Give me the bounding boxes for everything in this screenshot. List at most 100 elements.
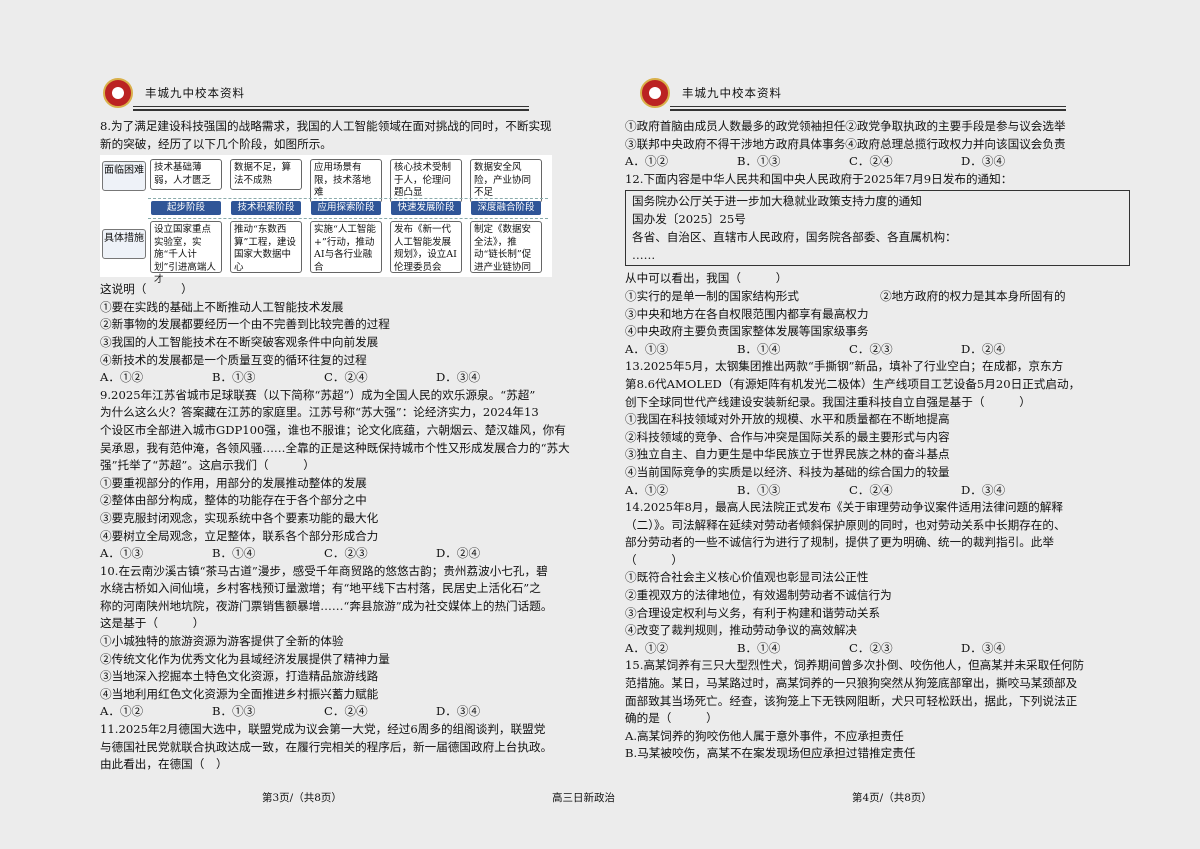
q8-options: A．①② B．①③ C．②④ D．③④: [100, 369, 590, 387]
q15-stem: 15.高某饲养有三只大型烈性犬，饲养期间曾多次扑倒、咬伤他人，但高某并未采取任何…: [625, 658, 1085, 673]
q14-item: ④改变了裁判规则，推动劳动争议的高效解决: [625, 623, 857, 638]
q11-stem: 由此看出，在德国（ ）: [100, 757, 228, 772]
q14-item: ①既符合社会主义核心价值观也彰显司法公正性: [625, 570, 869, 585]
q13-item: ②科技领域的竞争、合作与冲突是国际关系的最主要形式与内容: [625, 429, 950, 444]
header-rule: [670, 109, 1066, 111]
option-d[interactable]: D．③④: [961, 640, 1073, 658]
right-column: ①政府首脑由成员人数最多的政党领袖担任②政党争取执政的主要手段是参与议会选举 ③…: [625, 118, 1135, 763]
q8-stem: 8.为了满足建设科技强国的战略需求，我国的人工智能领域在面对挑战的同时，不断实现: [100, 119, 552, 133]
school-title: 丰城九中校本资料: [682, 86, 782, 100]
measure-cell: 发布《新一代人工智能发展规划》，设立AI伦理委员会: [390, 221, 462, 274]
q11-item: ③联邦中央政府不得干涉地方政府具体事务④政府总理总揽行政权力并向该国议会负责: [625, 136, 1066, 151]
right-page-number: 第4页/（共8页）: [852, 792, 932, 804]
notice-line: 国办发〔2025〕25号: [632, 212, 746, 227]
q10-stem: 这是基于（ ）: [100, 616, 205, 631]
option-c[interactable]: C．②③: [849, 341, 961, 359]
q10-item: ④当地利用红色文化资源为全面推进乡村振兴蓄力赋能: [100, 686, 379, 701]
option-a[interactable]: A．①③: [625, 341, 737, 359]
school-title: 丰城九中校本资料: [145, 86, 245, 100]
q10-item: ③当地深入挖掘本土特色文化资源，打造精品旅游线路: [100, 669, 379, 684]
q14-stem: （二）》。司法解释在延续对劳动者倾斜保护原则的同时，也对劳动关系中长期存在的、: [625, 517, 1066, 532]
difficulty-row-label: 面临困难: [102, 161, 146, 192]
q9-item: ④要树立全局观念，立足整体，联系各个部分形成合力: [100, 528, 379, 543]
measure-cell: 设立国家重点实验室，实施“千人计划”引进高端人才: [150, 221, 222, 285]
q10-stem: 水绕古桥如入间仙境，乡村客栈预订量激增；有“地平线下古村落，民居史上活化石”之: [100, 581, 541, 596]
q10-stem: 称的河南陕州地坑院，夜游门票销售额暴增……“奔县旅游”成为社交媒体上的热门话题。: [100, 598, 553, 613]
q8-item: ④新技术的发展都是一个质量互变的循环往复的过程: [100, 352, 367, 367]
q12-item: ③中央和地方在各自权限范围内都享有最高权力: [625, 306, 869, 321]
q10-item: ①小城独特的旅游资源为游客提供了全新的体验: [100, 634, 344, 649]
option-a[interactable]: A．①③: [100, 545, 212, 563]
option-b[interactable]: B．①③: [212, 703, 324, 721]
q11-stem: 11.2025年2月德国大选中，联盟党成为议会第一大党，经过6周多的组阁谈判，联…: [100, 722, 546, 737]
q15-choice[interactable]: A.高某饲养的狗咬伤他人属于意外事件，不应承担责任: [625, 728, 1135, 746]
option-c[interactable]: C．②③: [849, 640, 961, 658]
notice-line: ……: [632, 248, 656, 263]
difficulty-cell: 数据安全风险，产业协同不足: [470, 159, 542, 203]
q14-stem: （ ）: [625, 552, 683, 567]
q13-item: ④当前国际竞争的实质是以经济、科技为基础的综合国力的较量: [625, 464, 950, 479]
notice-box: 国务院办公厅关于进一步加大稳就业政策支持力度的通知 国办发〔2025〕25号 各…: [625, 190, 1130, 267]
q10-options: A．①② B．①③ C．②④ D．③④: [100, 703, 590, 721]
option-c[interactable]: C．②③: [324, 545, 436, 563]
option-d[interactable]: D．③④: [961, 153, 1073, 171]
option-a[interactable]: A．①②: [625, 153, 737, 171]
q13-stem: 创下全球同世代产线建设安装新纪录。我国注重科技自立自强是基于（ ）: [625, 394, 1031, 409]
measure-cell: 实施“人工智能+”行动，推动AI与各行业融合: [310, 221, 382, 274]
q12-stem: 12.下面内容是中华人民共和国中央人民政府于2025年7月9日发布的通知：: [625, 171, 1013, 186]
option-a[interactable]: A．①②: [625, 482, 737, 500]
q15-choice[interactable]: B.马某被咬伤，高某不在案发现场但应承担过错推定责任: [625, 745, 1135, 763]
option-c[interactable]: C．②④: [324, 703, 436, 721]
option-b[interactable]: B．①④: [212, 545, 324, 563]
q14-stem: 部分劳动者的一些不诚信行为进行了规制，提供了更为明确、统一的裁判指引。此举: [625, 535, 1054, 550]
q8-lead: 这说明（ ）: [100, 282, 193, 297]
q12-options: A．①③ B．①④ C．②③ D．②④: [625, 341, 1135, 359]
q9-stem: 吴承恩，我有范仲淹，各领风骚……全靠的正是这种既保持城市个性又形成发展合力的“苏…: [100, 440, 570, 455]
difficulty-cell: 数据不足，算法不成熟: [230, 159, 302, 191]
q9-item: ①要重视部分的作用，用部分的发展推动整体的发展: [100, 475, 367, 490]
option-d[interactable]: D．③④: [961, 482, 1073, 500]
right-header: 丰城九中校本资料: [640, 78, 1070, 114]
q9-stem: 9.2025年江苏省城市足球联赛（以下简称“苏超”）成为全国人民的欢乐源泉。“苏…: [100, 387, 536, 402]
option-d[interactable]: D．③④: [436, 703, 548, 721]
q13-stem: 13.2025年5月，太钢集团推出两款“手撕钢”新品，填补了行业空白；在成都，京…: [625, 359, 1064, 374]
option-a[interactable]: A．①②: [100, 369, 212, 387]
option-c[interactable]: C．②④: [849, 482, 961, 500]
difficulty-cell: 技术基础薄弱，人才匮乏: [150, 159, 222, 191]
option-d[interactable]: D．②④: [961, 341, 1073, 359]
q8-item: ①要在实践的基础上不断推动人工智能技术发展: [100, 299, 344, 314]
q13-options: A．①② B．①③ C．②④ D．③④: [625, 482, 1135, 500]
option-d[interactable]: D．③④: [436, 369, 548, 387]
measure-cell: 制定《数据安全法》，推动“链长制”促进产业链协同: [470, 221, 542, 274]
q11-options: A．①② B．①③ C．②④ D．③④: [625, 153, 1135, 171]
option-a[interactable]: A．①②: [100, 703, 212, 721]
school-logo-icon: [103, 78, 133, 108]
q9-stem: 为什么这么火？答案藏在江苏的家庭里。江苏号称“苏大强”：论经济实力，2024年1…: [100, 405, 539, 420]
q14-options: A．①② B．①④ C．②③ D．③④: [625, 640, 1135, 658]
q8-stem: 新的突破，经历了以下几个阶段，如图所示。: [100, 136, 332, 151]
q11-item: ①政府首脑由成员人数最多的政党领袖担任②政党争取执政的主要手段是参与议会选举: [625, 119, 1066, 133]
q9-item: ③要克服封闭观念，实现系统中各个要素功能的最大化: [100, 510, 379, 525]
q10-stem: 10.在云南沙溪古镇“茶马古道”漫步，感受千年商贸路的悠悠古韵；贵州荔波小七孔，…: [100, 563, 548, 578]
q15-stem: 确的是（ ）: [625, 711, 718, 726]
option-b[interactable]: B．①④: [737, 640, 849, 658]
q14-stem: 14.2025年8月，最高人民法院正式发布《关于审理劳动争议案件适用法律问题的解…: [625, 500, 1063, 515]
difficulty-cell: 应用场景有限，技术落地难: [310, 159, 382, 203]
stage-label: 快速发展阶段: [391, 201, 461, 216]
option-c[interactable]: C．②④: [849, 153, 961, 171]
ai-stages-figure: 面临困难 技术基础薄弱，人才匮乏 数据不足，算法不成熟 应用场景有限，技术落地难…: [100, 155, 552, 285]
option-c[interactable]: C．②④: [324, 369, 436, 387]
option-b[interactable]: B．①③: [737, 153, 849, 171]
option-b[interactable]: B．①④: [737, 341, 849, 359]
q9-item: ②整体由部分构成，整体的功能存在于各个部分之中: [100, 493, 367, 508]
school-logo-icon: [640, 78, 670, 108]
option-b[interactable]: B．①③: [212, 369, 324, 387]
notice-line: 国务院办公厅关于进一步加大稳就业政策支持力度的通知: [632, 194, 922, 209]
center-footer: 高三日新政治: [552, 792, 615, 804]
measure-row-label: 具体措施: [102, 229, 146, 260]
option-d[interactable]: D．②④: [436, 545, 548, 563]
option-a[interactable]: A．①②: [625, 640, 737, 658]
option-b[interactable]: B．①③: [737, 482, 849, 500]
q12-item: ④中央政府主要负责国家整体发展等国家级事务: [625, 324, 869, 339]
q13-item: ①我国在科技领域对外开放的规模、水平和质量都在不断地提高: [625, 412, 950, 427]
